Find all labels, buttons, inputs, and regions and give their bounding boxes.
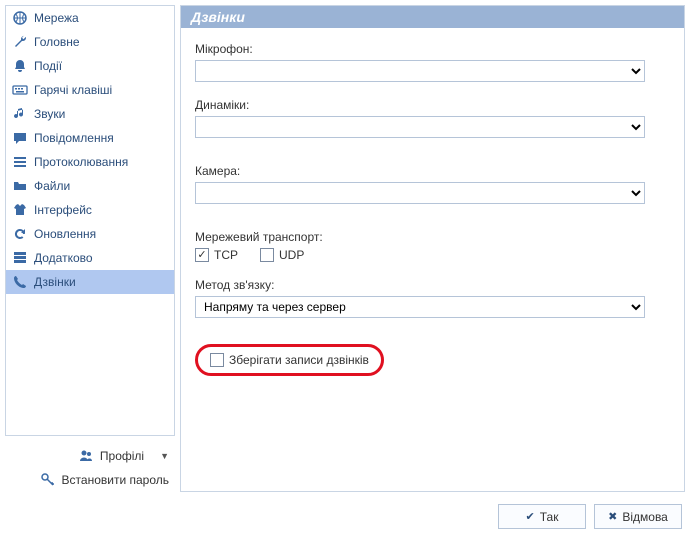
method-select[interactable]: Напряму та через сервер xyxy=(195,296,645,318)
speakers-select[interactable] xyxy=(195,116,645,138)
sidebar-item-label: Повідомлення xyxy=(34,131,114,145)
set-password-label: Встановити пароль xyxy=(62,473,169,487)
camera-label: Камера: xyxy=(195,164,670,178)
sidebar-item-general[interactable]: Головне xyxy=(6,30,174,54)
highlighted-option: Зберігати записи дзвінків xyxy=(195,344,384,376)
udp-checkbox[interactable]: UDP xyxy=(260,248,304,262)
ok-label: Так xyxy=(540,510,559,524)
sidebar-item-files[interactable]: Файли xyxy=(6,174,174,198)
sidebar-item-label: Головне xyxy=(34,35,80,49)
speakers-label: Динаміки: xyxy=(195,98,670,112)
sidebar-item-label: Дзвінки xyxy=(34,275,76,289)
wrench-icon xyxy=(12,34,28,50)
sidebar-item-label: Події xyxy=(34,59,62,73)
chat-icon xyxy=(12,130,28,146)
set-password-button[interactable]: Встановити пароль xyxy=(5,468,175,492)
phone-icon xyxy=(12,274,28,290)
transport-label: Мережевий транспорт: xyxy=(195,230,670,244)
page-title: Дзвінки xyxy=(181,6,684,28)
sidebar: Мережа Головне Події Гарячі клавіші xyxy=(5,5,175,492)
list-icon xyxy=(12,154,28,170)
chevron-down-icon: ▼ xyxy=(160,451,169,461)
ok-button[interactable]: ✔ Так xyxy=(498,504,586,529)
network-icon xyxy=(12,10,28,26)
checkbox-icon: ✓ xyxy=(195,248,209,262)
sidebar-item-label: Додатково xyxy=(34,251,93,265)
sidebar-item-events[interactable]: Події xyxy=(6,54,174,78)
sidebar-footer: Профілі ▼ Встановити пароль xyxy=(5,444,175,492)
profiles-label: Профілі xyxy=(100,449,144,463)
sidebar-item-advanced[interactable]: Додатково xyxy=(6,246,174,270)
server-icon xyxy=(12,250,28,266)
method-label: Метод зв'язку: xyxy=(195,278,670,292)
bell-icon xyxy=(12,58,28,74)
sidebar-item-label: Звуки xyxy=(34,107,65,121)
users-icon xyxy=(78,448,94,464)
camera-select[interactable] xyxy=(195,182,645,204)
sidebar-item-interface[interactable]: Інтерфейс xyxy=(6,198,174,222)
sidebar-item-sounds[interactable]: Звуки xyxy=(6,102,174,126)
tcp-checkbox[interactable]: ✓ TCP xyxy=(195,248,238,262)
cancel-label: Відмова xyxy=(622,510,668,524)
sidebar-item-label: Протоколювання xyxy=(34,155,128,169)
sidebar-item-hotkeys[interactable]: Гарячі клавіші xyxy=(6,78,174,102)
sidebar-item-label: Мережа xyxy=(34,11,79,25)
refresh-icon xyxy=(12,226,28,242)
keyboard-icon xyxy=(12,82,28,98)
sidebar-item-network[interactable]: Мережа xyxy=(6,6,174,30)
sidebar-item-updates[interactable]: Оновлення xyxy=(6,222,174,246)
sidebar-item-logging[interactable]: Протоколювання xyxy=(6,150,174,174)
key-icon xyxy=(40,472,56,488)
folder-icon xyxy=(12,178,28,194)
sidebar-item-label: Інтерфейс xyxy=(34,203,92,217)
save-records-label: Зберігати записи дзвінків xyxy=(229,353,369,367)
checkbox-icon xyxy=(260,248,274,262)
music-icon xyxy=(12,106,28,122)
sidebar-item-label: Файли xyxy=(34,179,70,193)
sidebar-item-label: Гарячі клавіші xyxy=(34,83,112,97)
udp-label: UDP xyxy=(279,248,304,262)
main-panel: Дзвінки Мікрофон: Динаміки: Камера: xyxy=(180,5,685,492)
profiles-button[interactable]: Профілі ▼ xyxy=(5,444,175,468)
microphone-label: Мікрофон: xyxy=(195,42,670,56)
shirt-icon xyxy=(12,202,28,218)
sidebar-item-label: Оновлення xyxy=(34,227,96,241)
check-icon: ✔ xyxy=(526,510,535,523)
sidebar-item-messages[interactable]: Повідомлення xyxy=(6,126,174,150)
microphone-select[interactable] xyxy=(195,60,645,82)
nav-list: Мережа Головне Події Гарячі клавіші xyxy=(5,5,175,436)
checkbox-icon xyxy=(210,353,224,367)
close-icon: ✖ xyxy=(608,510,617,523)
dialog-buttons: ✔ Так ✖ Відмова xyxy=(498,504,682,529)
cancel-button[interactable]: ✖ Відмова xyxy=(594,504,682,529)
save-records-checkbox[interactable]: Зберігати записи дзвінків xyxy=(210,353,369,367)
sidebar-item-calls[interactable]: Дзвінки xyxy=(6,270,174,294)
tcp-label: TCP xyxy=(214,248,238,262)
